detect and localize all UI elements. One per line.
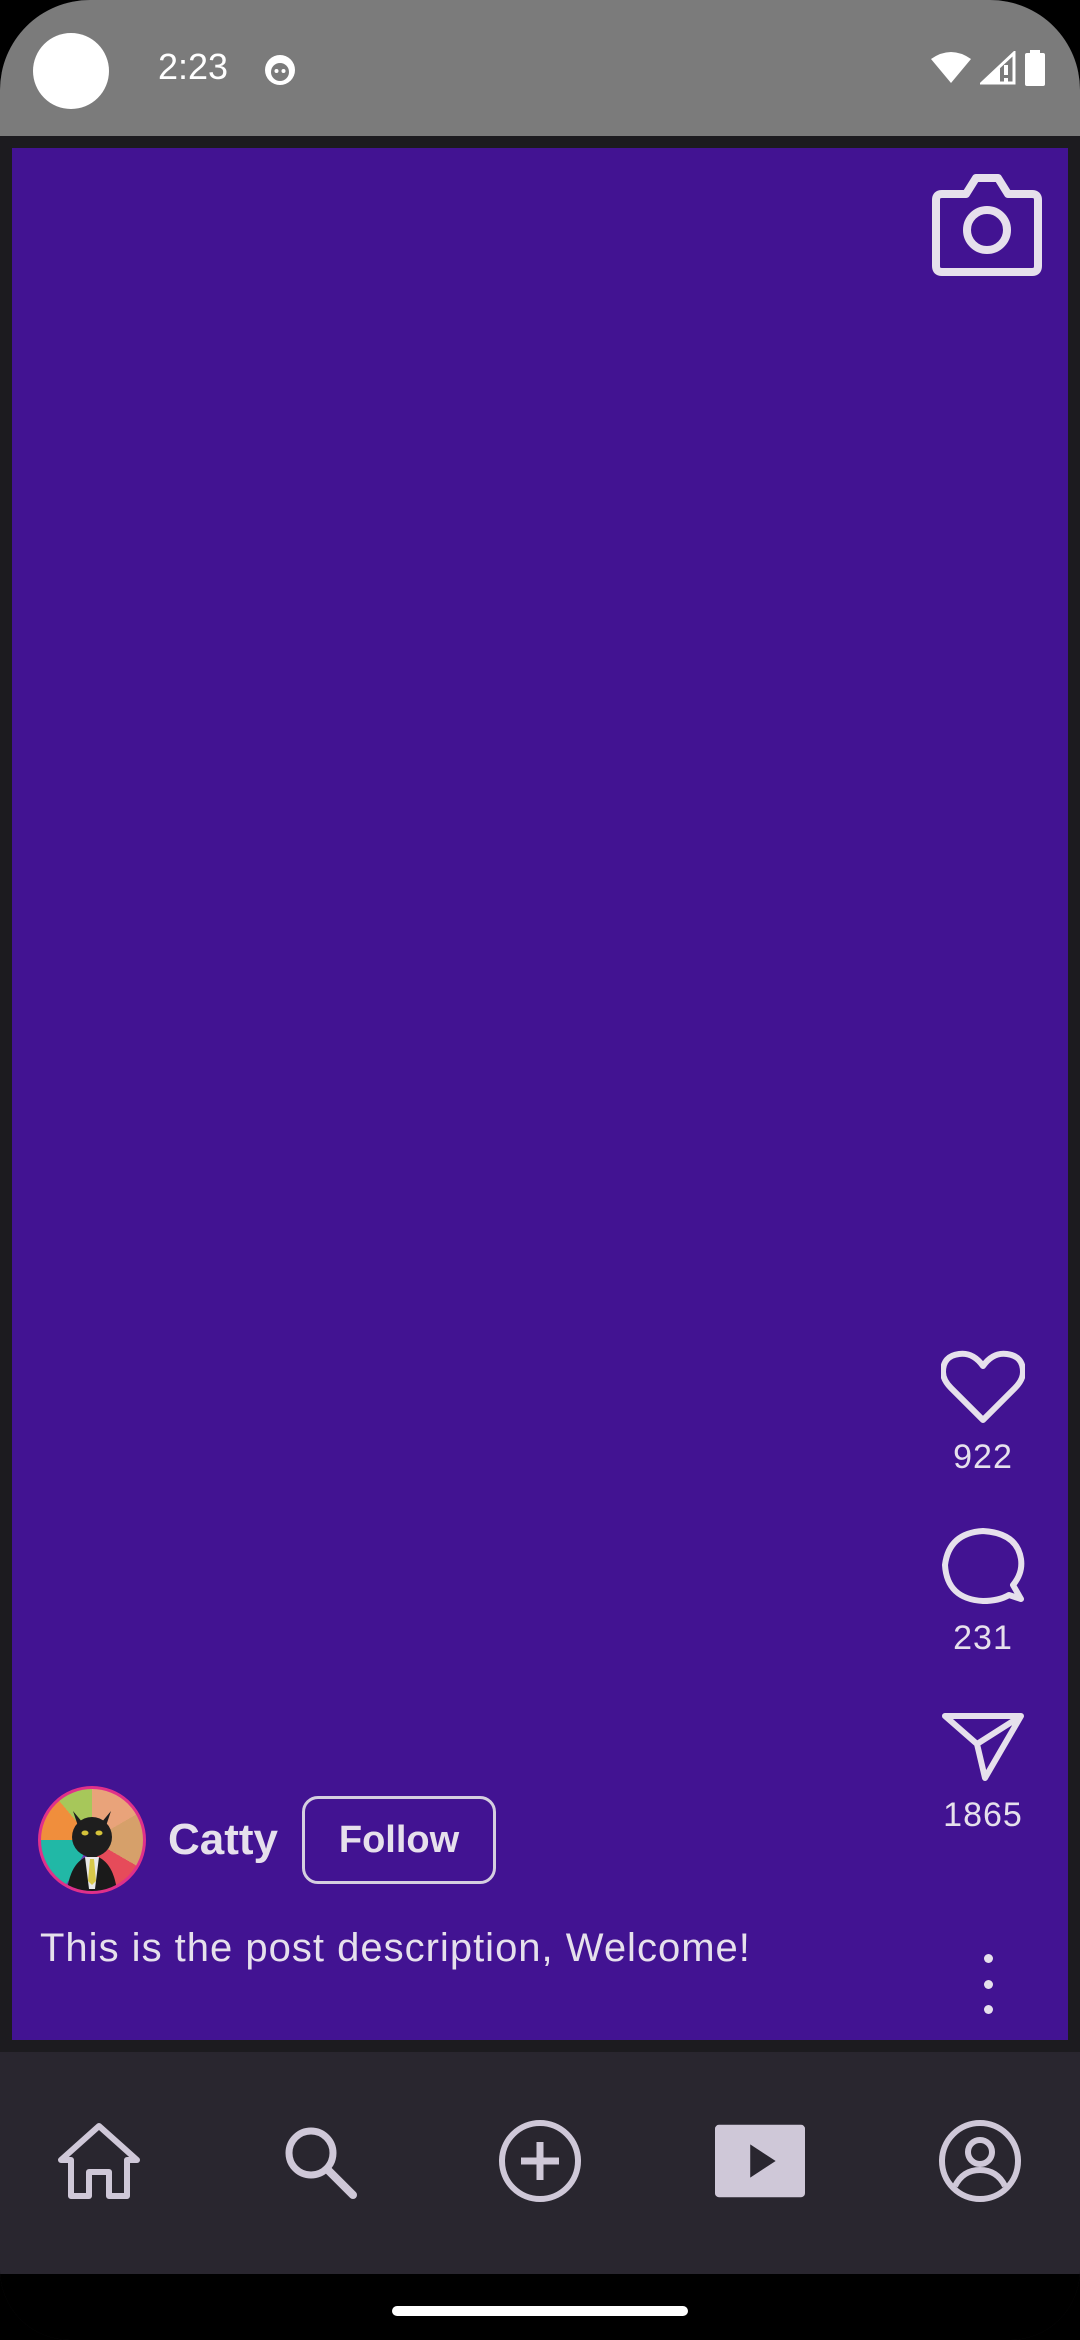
comment-icon[interactable]	[941, 1527, 1025, 1607]
more-options-icon[interactable]	[978, 1954, 998, 2014]
phone-screen: 2:23 922 231 1865 Catty Follow This is t…	[0, 0, 1080, 2340]
reel-actions: 922 231 1865	[908, 1350, 1058, 1835]
battery-icon	[1025, 50, 1045, 86]
nav-home[interactable]	[54, 2116, 144, 2206]
nav-reels[interactable]	[715, 2116, 805, 2206]
notification-icon	[265, 55, 295, 85]
nav-profile[interactable]	[935, 2116, 1025, 2206]
add-icon[interactable]	[497, 2118, 583, 2204]
nav-add[interactable]	[495, 2116, 585, 2206]
camera-cutout	[33, 33, 109, 109]
author-name[interactable]: Catty	[168, 1815, 278, 1865]
reel-video[interactable]: 922 231 1865 Catty Follow This is the po…	[12, 148, 1068, 2040]
status-bar: 2:23	[0, 0, 1080, 136]
send-icon[interactable]	[941, 1710, 1025, 1784]
share-action[interactable]: 1865	[941, 1710, 1025, 1835]
cat-avatar-image	[67, 1811, 117, 1891]
search-icon[interactable]	[279, 2121, 359, 2201]
more-dot	[983, 1979, 993, 1989]
more-dot	[983, 1954, 993, 1963]
like-action[interactable]: 922	[941, 1350, 1025, 1477]
comment-action[interactable]: 231	[941, 1527, 1025, 1658]
comment-count: 231	[953, 1619, 1013, 1657]
signal-icon	[980, 51, 1016, 85]
reels-icon[interactable]	[715, 2124, 805, 2198]
avatar[interactable]	[38, 1786, 146, 1894]
author-row: Catty Follow	[38, 1786, 497, 1894]
more-dot	[983, 2005, 993, 2014]
share-count: 1865	[943, 1796, 1023, 1834]
post-description: This is the post description, Welcome!	[40, 1926, 751, 1970]
profile-icon[interactable]	[937, 2118, 1023, 2204]
status-time: 2:23	[158, 46, 229, 87]
like-count: 922	[953, 1438, 1013, 1476]
camera-icon[interactable]	[932, 172, 1042, 276]
follow-button[interactable]: Follow	[302, 1796, 497, 1884]
home-gesture-handle[interactable]	[392, 2306, 688, 2316]
bottom-navigation	[0, 2052, 1080, 2274]
nav-search[interactable]	[274, 2116, 364, 2206]
status-icons	[930, 50, 1046, 86]
home-icon[interactable]	[57, 2122, 141, 2200]
gesture-navigation-area	[0, 2274, 1080, 2340]
heart-icon[interactable]	[941, 1350, 1025, 1426]
wifi-icon	[931, 52, 971, 83]
